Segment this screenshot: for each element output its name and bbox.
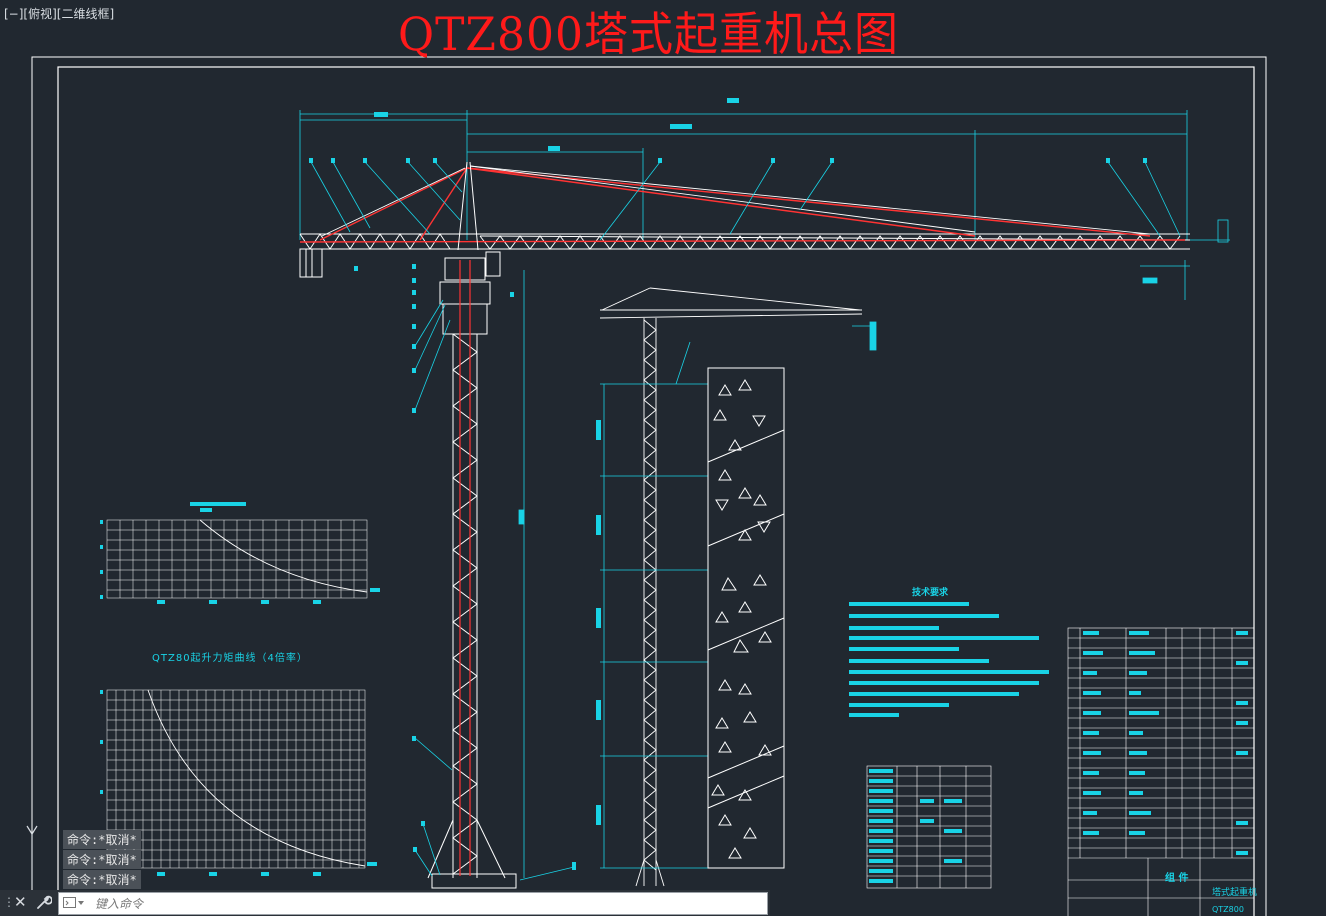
dimension-text: [374, 98, 739, 151]
tower-mast-red: [459, 260, 471, 876]
ucs-y-axis-icon: [26, 825, 38, 886]
leader-lines: [310, 161, 1181, 881]
command-prefix: 命令:: [67, 873, 99, 887]
height-dimension: [518, 270, 525, 878]
command-history-line: 命令:*取消*: [63, 870, 141, 889]
close-icon[interactable]: ✕: [14, 893, 27, 911]
building-section: [707, 367, 785, 869]
viewport-label[interactable]: [−][俯视][二维线框]: [4, 5, 114, 22]
tech-requirements-lines: [849, 602, 1049, 717]
small-crane-dim-text: [596, 420, 601, 825]
chart-1-labels: [100, 502, 380, 604]
drawing-canvas[interactable]: [0, 0, 1326, 916]
command-input[interactable]: [93, 893, 757, 914]
command-prompt-icon[interactable]: [63, 897, 85, 909]
title-block-code: QTZ800: [1212, 905, 1244, 914]
tech-requirements-title: 技术要求: [912, 588, 949, 598]
command-history-line: 命令:*取消*: [63, 850, 141, 869]
parts-list-text: [1083, 631, 1248, 855]
wrench-icon[interactable]: [36, 894, 52, 910]
tower-mast: [427, 333, 517, 889]
chart-2-labels: [100, 690, 377, 876]
drawing-title: QTZ800塔式起重机总图: [398, 7, 899, 62]
small-crane: [599, 287, 863, 887]
small-crane-dims: [600, 321, 877, 869]
command-prefix: 命令:: [67, 853, 99, 867]
chart-2-grid: [106, 689, 366, 869]
moment-chart-caption: QTZ80起升力矩曲线（4倍率）: [152, 653, 308, 664]
command-input-box[interactable]: [58, 892, 768, 915]
jib-end-detail: [1140, 219, 1230, 300]
leader-tags: [309, 158, 1147, 870]
title-block-part: 组 件: [1165, 873, 1189, 884]
command-history-line: 命令:*取消*: [63, 830, 141, 849]
command-prefix: 命令:: [67, 833, 99, 847]
command-text: *取消*: [98, 833, 137, 847]
command-text: *取消*: [98, 853, 137, 867]
chart-1-grid: [106, 519, 368, 599]
title-block-name: 塔式起重机: [1212, 888, 1258, 898]
command-text: *取消*: [98, 873, 137, 887]
command-line-bar: ⋮ ✕: [0, 890, 770, 916]
jib-red-chords: [299, 167, 1186, 243]
